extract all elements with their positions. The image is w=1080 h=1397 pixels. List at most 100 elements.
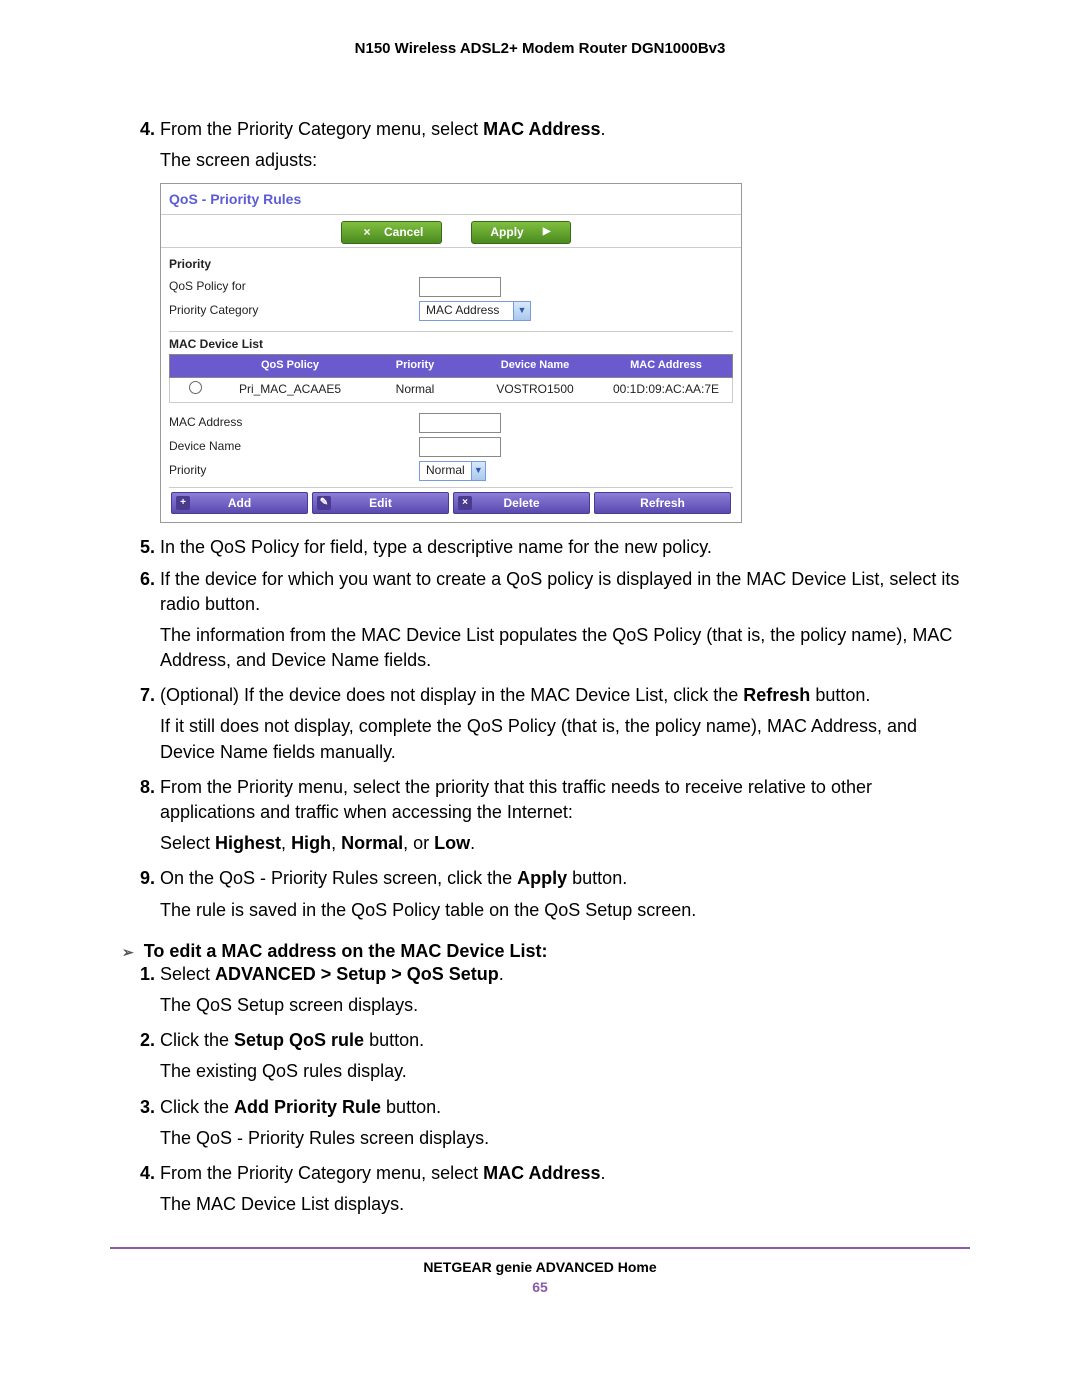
step-8-text: From the Priority menu, select the prior…	[160, 777, 872, 822]
b-step-1: Select ADVANCED > Setup > QoS Setup. The…	[160, 962, 970, 1018]
b2-bold: Setup QoS rule	[234, 1030, 364, 1050]
close-icon: ×	[458, 496, 472, 510]
subsection-title: To edit a MAC address on the MAC Device …	[144, 941, 548, 962]
action-bar: + Add ✎ Edit × Delete Refresh	[169, 487, 733, 515]
instruction-list-b: Select ADVANCED > Setup > QoS Setup. The…	[160, 962, 970, 1218]
step-8: From the Priority menu, select the prior…	[160, 775, 970, 857]
step-7: (Optional) If the device does not displa…	[160, 683, 970, 765]
b3-text-b: button.	[381, 1097, 441, 1117]
s8-sub-i: .	[470, 833, 475, 853]
step-5: In the QoS Policy for field, type a desc…	[160, 535, 970, 560]
instruction-list-a: From the Priority Category menu, select …	[160, 117, 970, 923]
b4-text-b: .	[600, 1163, 605, 1183]
priority-category-select[interactable]: MAC Address ▼	[419, 301, 531, 321]
cancel-button-label: Cancel	[384, 224, 423, 241]
step-4: From the Priority Category menu, select …	[160, 117, 970, 523]
step-7-bold: Refresh	[743, 685, 810, 705]
th-radio	[170, 355, 220, 376]
step-7-text-b: button.	[810, 685, 870, 705]
device-name-input[interactable]	[419, 437, 501, 457]
step-8-sub: Select Highest, High, Normal, or Low.	[160, 831, 970, 856]
footer-rule	[110, 1247, 970, 1249]
b3-bold: Add Priority Rule	[234, 1097, 381, 1117]
step-6-text: If the device for which you want to crea…	[160, 569, 959, 614]
add-button-label: Add	[228, 495, 251, 512]
td-radio	[170, 378, 220, 402]
step-6: If the device for which you want to crea…	[160, 567, 970, 674]
td-devname: VOSTRO1500	[470, 378, 600, 401]
add-button[interactable]: + Add	[171, 492, 308, 515]
td-mac: 00:1D:09:AC:AA:7E	[600, 378, 732, 401]
th-devname: Device Name	[470, 355, 600, 376]
step-5-text: In the QoS Policy for field, type a desc…	[160, 537, 712, 557]
edit-button-label: Edit	[369, 495, 392, 512]
cancel-button[interactable]: × Cancel	[341, 221, 442, 244]
b3-text-a: Click the	[160, 1097, 234, 1117]
chevron-down-icon: ▼	[513, 302, 530, 320]
td-priority: Normal	[360, 378, 470, 401]
apply-button-label: Apply	[490, 224, 523, 241]
qos-policy-for-row: QoS Policy for	[169, 277, 733, 297]
b-step-4: From the Priority Category menu, select …	[160, 1161, 970, 1217]
b2-text-a: Click the	[160, 1030, 234, 1050]
page-number: 65	[110, 1279, 970, 1295]
th-policy: QoS Policy	[220, 355, 360, 376]
chevron-down-icon: ▼	[471, 462, 485, 480]
s8-sub-c: ,	[281, 833, 291, 853]
s8-sub-a: Select	[160, 833, 215, 853]
mac-address-label: MAC Address	[169, 414, 419, 431]
b1-text-a: Select	[160, 964, 215, 984]
b3-sub: The QoS - Priority Rules screen displays…	[160, 1126, 970, 1151]
step-9: On the QoS - Priority Rules screen, clic…	[160, 866, 970, 922]
ss-button-bar: × Cancel Apply ▶	[161, 214, 741, 248]
b4-sub: The MAC Device List displays.	[160, 1192, 970, 1217]
mac-table-header: QoS Policy Priority Device Name MAC Addr…	[169, 354, 733, 377]
document-page: N150 Wireless ADSL2+ Modem Router DGN100…	[0, 0, 1080, 1325]
b2-sub: The existing QoS rules display.	[160, 1059, 970, 1084]
doc-title: N150 Wireless ADSL2+ Modem Router DGN100…	[110, 40, 970, 57]
b1-bold: ADVANCED > Setup > QoS Setup	[215, 964, 499, 984]
b1-text-b: .	[499, 964, 504, 984]
priority-label: Priority	[169, 462, 419, 479]
device-name-label: Device Name	[169, 438, 419, 455]
delete-button[interactable]: × Delete	[453, 492, 590, 515]
priority-select[interactable]: Normal ▼	[419, 461, 486, 481]
footer-text: NETGEAR genie ADVANCED Home	[110, 1259, 970, 1275]
priority-category-value: MAC Address	[420, 302, 513, 319]
td-policy: Pri_MAC_ACAAE5	[220, 378, 360, 401]
step-4-sub: The screen adjusts:	[160, 148, 970, 173]
ss-body: Priority QoS Policy for Priority Categor…	[161, 248, 741, 523]
step-9-text-b: button.	[567, 868, 627, 888]
delete-button-label: Delete	[503, 495, 539, 512]
close-icon: ×	[360, 224, 374, 241]
qos-policy-for-input[interactable]	[419, 277, 501, 297]
mac-address-input[interactable]	[419, 413, 501, 433]
step-7-text-a: (Optional) If the device does not displa…	[160, 685, 743, 705]
ss-title: QoS - Priority Rules	[161, 184, 741, 214]
b4-text-a: From the Priority Category menu, select	[160, 1163, 483, 1183]
b-step-3: Click the Add Priority Rule button. The …	[160, 1095, 970, 1151]
mac-table-row: Pri_MAC_ACAAE5 Normal VOSTRO1500 00:1D:0…	[169, 378, 733, 403]
step-9-bold: Apply	[517, 868, 567, 888]
th-mac: MAC Address	[600, 355, 732, 376]
refresh-button[interactable]: Refresh	[594, 492, 731, 515]
step-4-text-a: From the Priority Category menu, select	[160, 119, 483, 139]
mac-address-row: MAC Address	[169, 413, 733, 433]
th-priority: Priority	[360, 355, 470, 376]
b2-text-b: button.	[364, 1030, 424, 1050]
b-step-2: Click the Setup QoS rule button. The exi…	[160, 1028, 970, 1084]
step-7-sub: If it still does not display, complete t…	[160, 714, 970, 764]
s8-bold-3: Normal	[341, 833, 403, 853]
b4-bold: MAC Address	[483, 1163, 600, 1183]
step-4-text-b: .	[600, 119, 605, 139]
s8-bold-4: Low	[434, 833, 470, 853]
apply-button[interactable]: Apply ▶	[471, 221, 570, 244]
edit-button[interactable]: ✎ Edit	[312, 492, 449, 515]
priority-category-label: Priority Category	[169, 302, 419, 319]
priority-category-row: Priority Category MAC Address ▼	[169, 301, 733, 321]
plus-icon: +	[176, 496, 190, 510]
row-radio[interactable]	[189, 381, 202, 394]
b1-sub: The QoS Setup screen displays.	[160, 993, 970, 1018]
s8-bold-1: Highest	[215, 833, 281, 853]
qos-policy-for-label: QoS Policy for	[169, 278, 419, 295]
